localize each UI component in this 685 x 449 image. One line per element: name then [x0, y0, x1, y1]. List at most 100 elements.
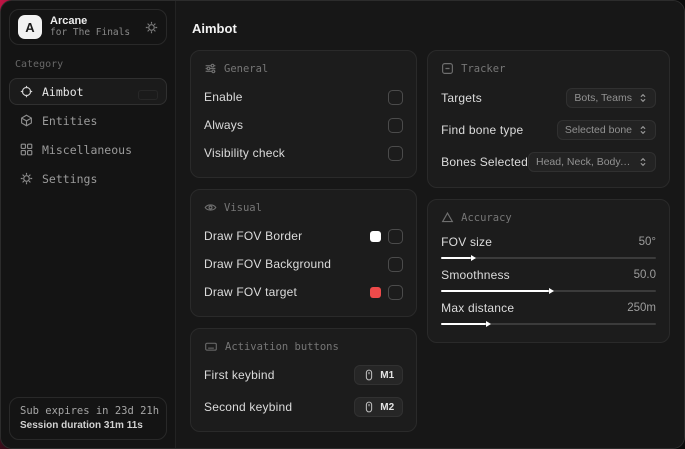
unfold-icon — [638, 157, 648, 167]
keyboard-icon — [204, 340, 218, 353]
slider-fill — [441, 290, 549, 292]
setting-label: Bones Selected — [441, 155, 528, 169]
setting-label: Enable — [204, 90, 243, 104]
app-logo-card: A Arcane for The Finals — [9, 9, 167, 45]
bones-selected-select[interactable]: Head, Neck, Body, Pe.. — [528, 152, 656, 172]
select-value: Selected bone — [564, 124, 632, 136]
setting-row: Always — [204, 114, 404, 136]
targets-select[interactable]: Bots, Teams — [566, 88, 656, 108]
sidebar-item-label: Settings — [42, 171, 98, 186]
sidebar-item-aimbot[interactable]: Aimbot — [9, 78, 167, 105]
unfold-icon — [638, 93, 648, 103]
sidebar-item-entities[interactable]: Entities — [9, 107, 167, 134]
unfold-icon — [638, 125, 648, 135]
frame-minus-icon — [441, 62, 454, 75]
slider-row: FOV size 50° — [441, 235, 656, 259]
setting-row: Targets Bots, Teams — [441, 86, 656, 110]
card-title: Accuracy — [461, 211, 512, 224]
sidebar-item-label: Aimbot — [42, 84, 84, 99]
session-duration-text: Session duration 31m 11s — [20, 420, 143, 431]
category-label: Category — [15, 59, 64, 70]
sidebar-item-label: Entities — [42, 113, 98, 128]
subscription-info: Sub expires in 23d 21h Session duration … — [9, 397, 167, 440]
setting-label: Draw FOV target — [204, 285, 298, 299]
always-checkbox[interactable] — [388, 117, 404, 133]
gear-icon — [20, 172, 33, 185]
setting-row: Draw FOV Background — [204, 253, 404, 275]
mouse-icon — [363, 369, 375, 381]
sidebar-item-miscellaneous[interactable]: Miscellaneous — [9, 136, 167, 163]
first-keybind-button[interactable]: M1 — [354, 365, 404, 385]
setting-label: Targets — [441, 91, 482, 105]
setting-label: First keybind — [204, 368, 275, 382]
sub-expires-text: Sub expires in 23d 21h — [20, 405, 160, 417]
slider-row: Smoothness 50.0 — [441, 268, 656, 292]
mouse-icon — [363, 401, 375, 413]
slider-fill — [441, 257, 472, 259]
app-window: A Arcane for The Finals Category Aimbot … — [0, 0, 685, 449]
setting-label: Visibility check — [204, 146, 286, 160]
draw-fov-border-checkbox[interactable] — [388, 228, 404, 244]
sliders-icon — [204, 62, 217, 75]
app-title-block: Arcane for The Finals — [50, 15, 130, 39]
select-value: Head, Neck, Body, Pe.. — [536, 156, 632, 168]
aimbot-hint-badge — [138, 90, 158, 100]
setting-label: Draw FOV Border — [204, 229, 303, 243]
app-name: Arcane — [50, 15, 88, 28]
enable-checkbox[interactable] — [388, 89, 404, 105]
setting-label: Second keybind — [204, 400, 293, 414]
setting-label: Find bone type — [441, 123, 524, 137]
draw-fov-background-checkbox[interactable] — [388, 256, 404, 272]
fov-border-color-swatch[interactable] — [370, 230, 382, 242]
grid-icon — [20, 143, 33, 156]
page-title: Aimbot — [192, 21, 237, 36]
setting-row: Enable — [204, 86, 404, 108]
card-title: Visual — [224, 201, 262, 214]
slider-fill — [441, 323, 487, 325]
find-bone-type-select[interactable]: Selected bone — [556, 120, 656, 140]
app-logo: A — [18, 15, 42, 39]
gear-icon[interactable] — [145, 21, 158, 34]
card-visual: Visual Draw FOV Border Draw FOV Backgrou… — [190, 189, 418, 317]
slider-value: 50° — [638, 236, 656, 248]
setting-row: First keybind M1 — [204, 364, 404, 386]
cube-icon — [20, 114, 33, 127]
setting-row: Visibility check — [204, 142, 404, 164]
setting-label: Max distance — [441, 301, 515, 315]
setting-label: Always — [204, 118, 244, 132]
card-title: Tracker — [461, 62, 506, 75]
triangle-icon — [441, 211, 454, 224]
setting-row: Find bone type Selected bone — [441, 118, 656, 142]
crosshair-icon — [20, 85, 33, 98]
setting-label: FOV size — [441, 235, 493, 249]
max-distance-slider[interactable] — [441, 323, 656, 325]
setting-row: Draw FOV Border — [204, 225, 404, 247]
setting-row: Bones Selected Head, Neck, Body, Pe.. — [441, 150, 656, 174]
setting-row: Second keybind M2 — [204, 396, 404, 418]
main-panel: Aimbot General Enable Always Visibility … — [176, 1, 684, 448]
sidebar-item-label: Miscellaneous — [42, 142, 133, 157]
card-general: General Enable Always Visibility check — [190, 50, 418, 178]
select-value: Bots, Teams — [574, 92, 632, 104]
card-title: General — [224, 62, 269, 75]
slider-row: Max distance 250m — [441, 301, 656, 325]
fov-size-slider[interactable] — [441, 257, 656, 259]
keybind-value: M2 — [380, 401, 395, 413]
eye-icon — [204, 201, 217, 214]
sidebar-nav: Aimbot Entities Miscellaneous Settings — [9, 78, 167, 194]
visibility-check-checkbox[interactable] — [388, 145, 404, 161]
draw-fov-target-checkbox[interactable] — [388, 284, 404, 300]
card-title: Activation buttons — [225, 340, 339, 353]
setting-row: Draw FOV target — [204, 281, 404, 303]
smoothness-slider[interactable] — [441, 290, 656, 292]
app-subtitle: for The Finals — [50, 26, 131, 38]
second-keybind-button[interactable]: M2 — [354, 397, 404, 417]
card-activation-buttons: Activation buttons First keybind M1 Seco… — [190, 328, 418, 432]
app-logo-letter: A — [25, 19, 35, 35]
sidebar-item-settings[interactable]: Settings — [9, 165, 167, 192]
card-accuracy: Accuracy FOV size 50° Smoothness 50.0 Ma… — [427, 199, 670, 343]
keybind-value: M1 — [380, 369, 395, 381]
fov-target-color-swatch[interactable] — [370, 286, 382, 298]
card-tracker: Tracker Targets Bots, Teams Find bone ty… — [427, 50, 670, 188]
setting-label: Draw FOV Background — [204, 257, 332, 271]
